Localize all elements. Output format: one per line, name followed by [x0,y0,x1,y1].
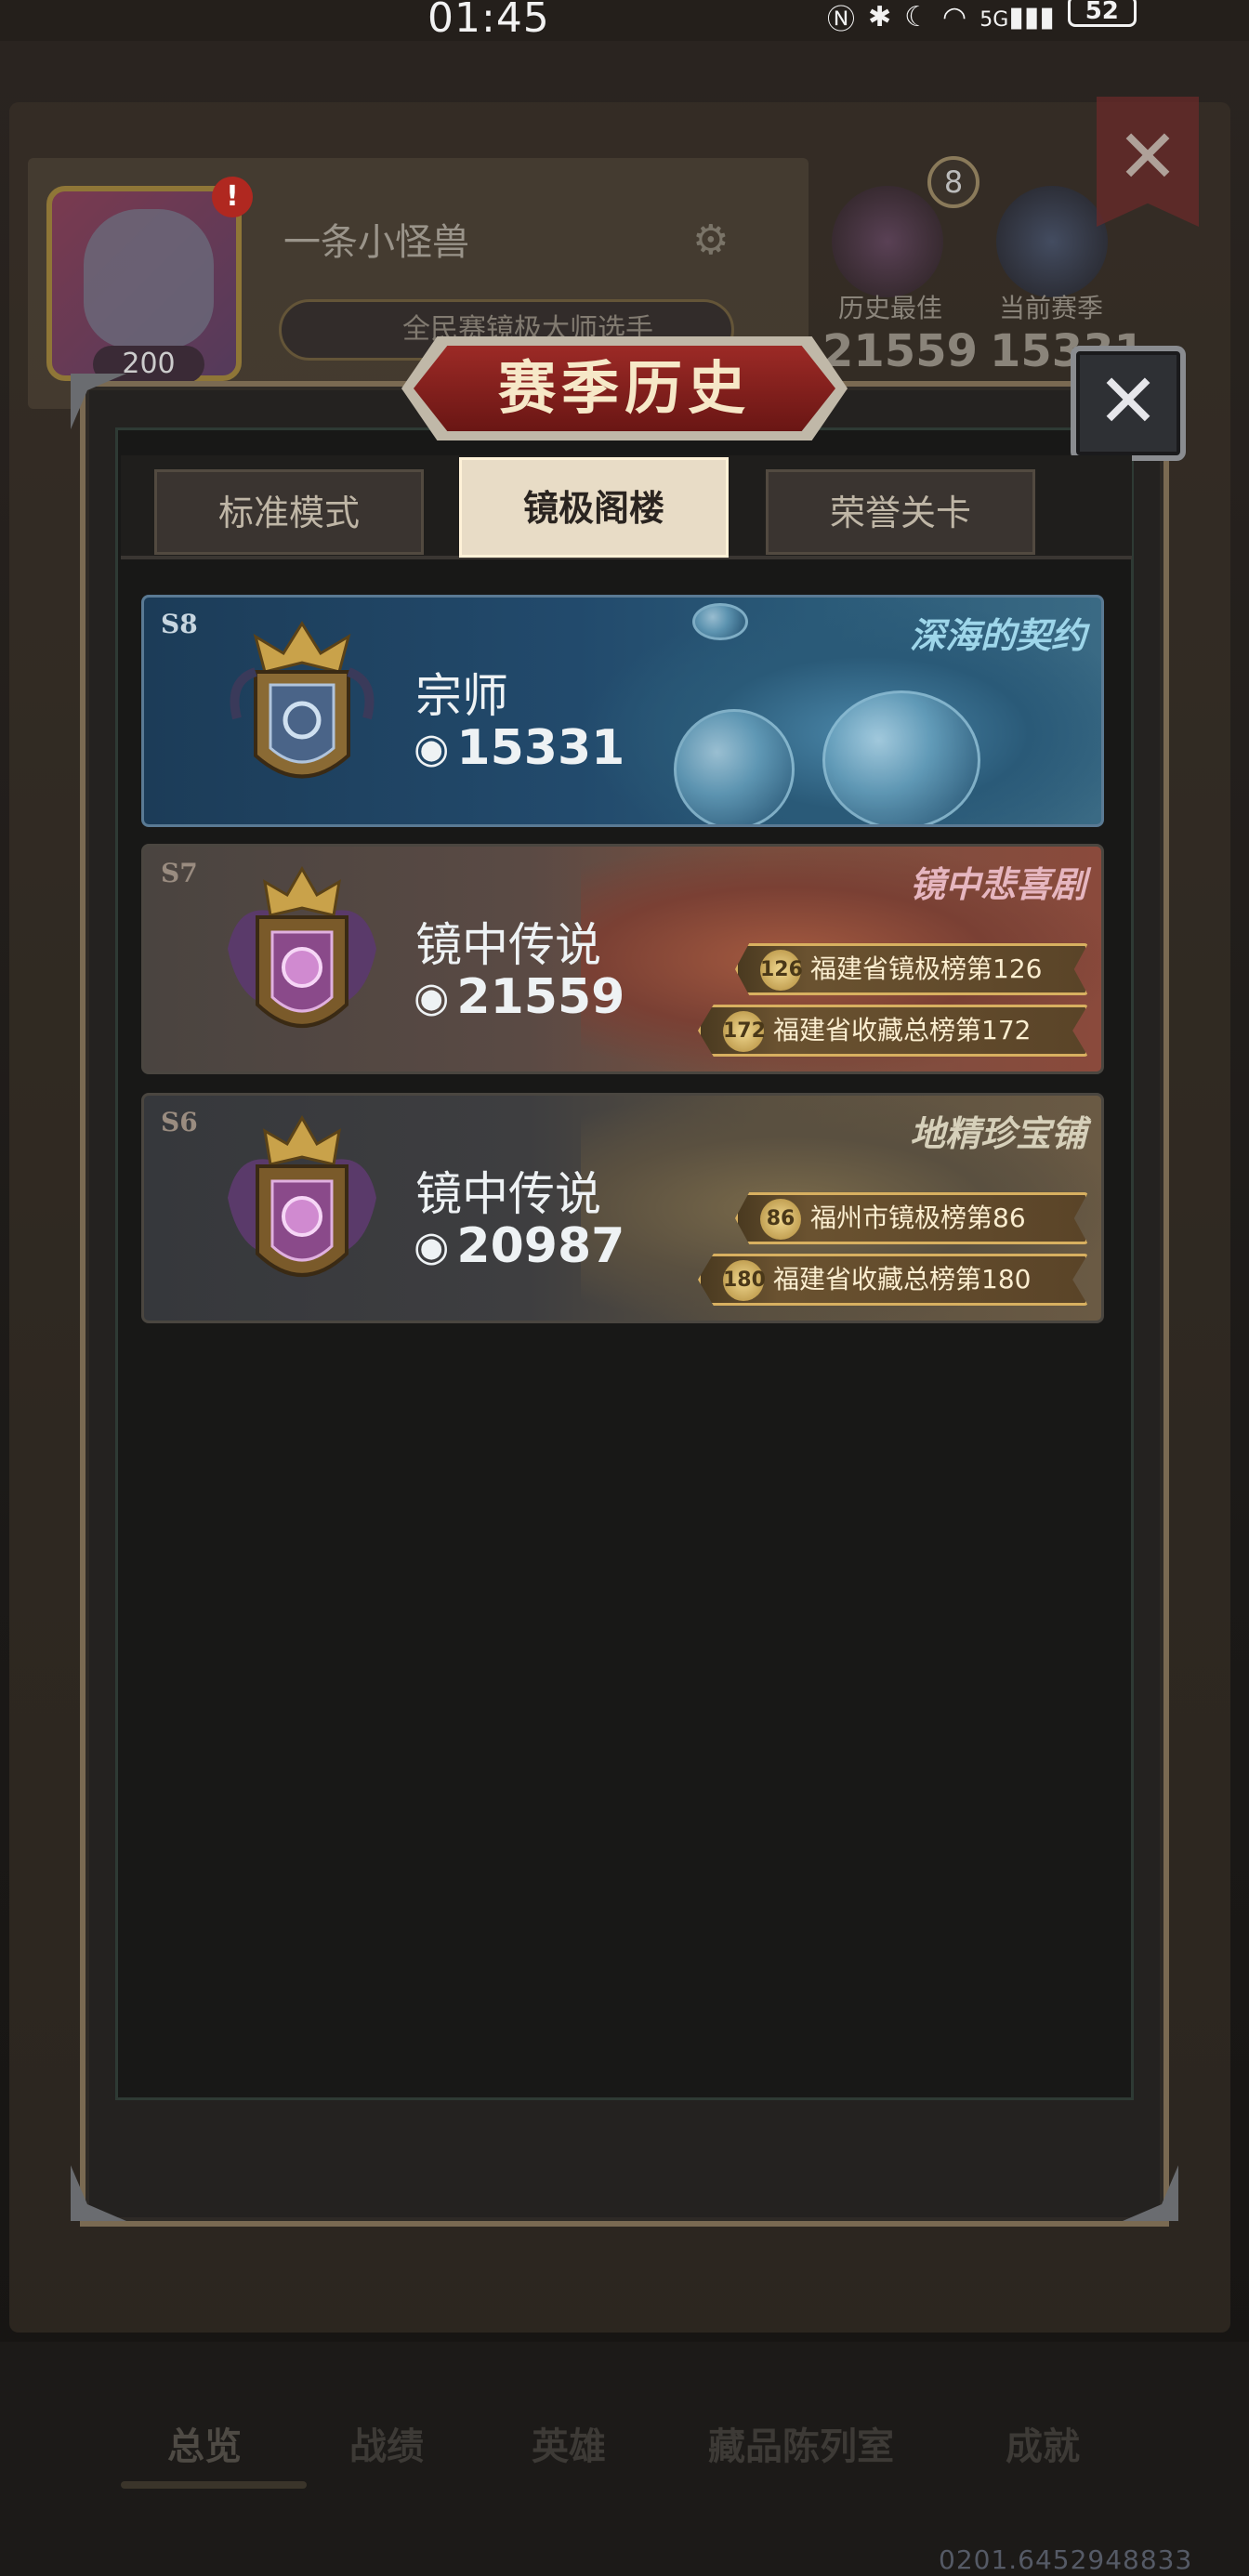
rank-count-badge: 8 [927,156,979,208]
signal-icon: 5G▮▮▮ [979,1,1055,33]
battery-indicator: 52 [1067,0,1137,27]
rank-medal: 180 [723,1260,766,1301]
legend-emblem-icon [228,865,376,1028]
nav-collection-room[interactable]: 藏品陈列室 [708,2416,894,2470]
status-bar: 01:45 Ⓝ ✱ ☾ ◠ 5G▮▮▮ 52 [0,0,1249,42]
legend-emblem-icon [228,1114,376,1277]
eye-icon: ◉ [414,724,450,772]
season-code: S6 [161,1107,198,1137]
nav-record[interactable]: 战绩 [349,2416,424,2470]
eye-icon: ◉ [414,1222,450,1270]
season-theme: 深海的契约 [909,614,1086,656]
rank-badge: 126 福建省镜极榜第126 [735,943,1088,995]
rank-badge: 172 福建省收藏总榜第172 [698,1005,1088,1057]
moon-icon: ☾ [904,0,930,33]
rank-score: ◉ 20987 [414,1218,624,1274]
rank-score: ◉ 21559 [414,969,624,1025]
nav-overview[interactable]: 总览 [167,2416,242,2470]
rank-medal: 172 [723,1011,766,1052]
bubble-decoration [692,603,748,640]
rank-badge-text: 福建省镜极榜第126 [810,953,1043,984]
close-icon: ✕ [1097,358,1160,444]
tab-honor-stage[interactable]: 荣誉关卡 [766,469,1035,555]
rank-badge: 86 福州市镜极榜第86 [735,1192,1088,1244]
signal-bars-icon: ▮▮▮ [1008,0,1055,33]
alert-badge: ! [212,177,253,217]
nav-heroes[interactable]: 英雄 [532,2416,606,2470]
close-button[interactable]: ✕ [1071,346,1186,461]
modal-title: 赛季历史 [414,346,835,431]
tab-standard-mode[interactable]: 标准模式 [154,469,424,555]
bubble-decoration [674,709,795,824]
rank-name: 宗师 [415,669,508,723]
eye-icon: ◉ [414,973,450,1021]
season-card-s7[interactable]: S7 镜中悲喜剧 镜中传说 ◉ 21559 126 福建省镜极榜第126 172… [141,844,1104,1074]
best-rank-icon [832,186,943,297]
nfc-icon: Ⓝ [827,4,855,36]
rank-score-value: 15331 [456,720,625,776]
rank-badge-text: 福建省收藏总榜第172 [773,1015,1032,1045]
tab-mirror-attic[interactable]: 镜极阁楼 [459,457,729,558]
rank-medal: 126 [760,950,803,991]
season-card-s6[interactable]: S6 地精珍宝铺 镜中传说 ◉ 20987 86 福州市镜极榜第86 180 福… [141,1093,1104,1323]
rank-badges: 86 福州市镜极榜第86 180 福建省收藏总榜第180 [679,1192,1088,1315]
grandmaster-emblem-icon [230,621,375,779]
rank-score: ◉ 15331 [414,720,624,776]
current-label: 当前赛季 [999,293,1104,323]
rank-score-value: 21559 [456,969,625,1025]
modal-title-text: 赛季历史 [497,354,751,422]
nav-achievements[interactable]: 成就 [1006,2416,1080,2470]
season-card-s8[interactable]: S8 深海的契约 宗师 ◉ 15331 [141,595,1104,827]
rank-medal: 86 [760,1199,801,1240]
rank-badge-text: 福建省收藏总榜第180 [773,1264,1032,1295]
rank-name: 镜中传说 [415,918,601,972]
bluetooth-icon: ✱ [868,0,892,33]
rank-badges: 126 福建省镜极榜第126 172 福建省收藏总榜第172 [679,943,1088,1066]
bubble-decoration [822,690,980,824]
best-value: 21559 [822,325,978,377]
rank-badge-text: 福州市镜极榜第86 [810,1203,1026,1233]
season-theme: 地精珍宝铺 [909,1112,1086,1154]
nav-active-underline [121,2481,307,2489]
status-icons: Ⓝ ✱ ☾ ◠ 5G▮▮▮ 52 [827,0,1137,36]
season-code: S7 [161,858,198,888]
rank-score-value: 20987 [456,1218,625,1274]
current-rank-icon [996,186,1108,297]
season-theme: 镜中悲喜剧 [909,863,1086,905]
best-label: 历史最佳 [838,293,943,323]
player-name: 一条小怪兽 [283,221,469,264]
gear-icon[interactable]: ⚙ [692,217,729,264]
bottom-nav: 总览 战绩 英雄 藏品陈列室 成就 [0,2342,1249,2576]
season-code: S8 [161,609,198,639]
status-time: 01:45 [427,0,550,42]
avatar-image [84,209,214,348]
wifi-icon: ◠ [942,0,967,33]
rank-name: 镜中传说 [415,1167,601,1221]
rank-badge: 180 福建省收藏总榜第180 [698,1254,1088,1306]
network-label: 5G [979,7,1009,32]
build-id: 0201.6452948833 [939,2544,1193,2575]
